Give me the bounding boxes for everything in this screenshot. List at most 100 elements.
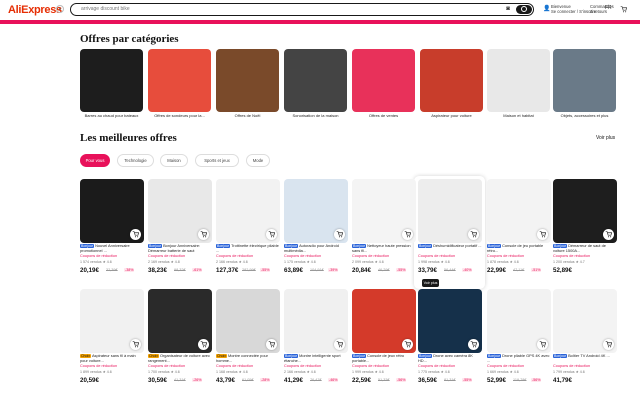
product-image[interactable] [487,179,551,243]
product-card[interactable]: Choix Montre connectée pour homme... Coupo… [216,289,280,389]
product-image[interactable] [80,179,144,243]
product-image[interactable] [284,289,348,353]
product-title[interactable]: Choix Aspirateur sans fil à main pour voi… [80,354,144,364]
product-card[interactable]: Bonjour Nettoyeur haute pression sans fil… [352,179,416,279]
category-tile[interactable]: Maison et habitat [487,49,550,118]
product-image[interactable] [418,179,482,243]
search-bar[interactable]: arrivage discount bike ◙ [70,3,534,16]
product-card[interactable]: Bonjour Drone pliable GPS 4K avec ... Coup… [487,289,551,389]
product-card[interactable]: Bonjour Nouvel Anniversaire promotionnel … [80,179,144,279]
product-card[interactable]: Bonjour Trottinette électrique pliable ..… [216,179,280,279]
tab-maison[interactable]: Maison [160,154,188,167]
product-title[interactable]: Bonjour Drone pliable GPS 4K avec ... [487,354,551,364]
cart-icon[interactable] [620,6,628,14]
language-selector[interactable]: FR [605,6,612,11]
category-label: Sonorisation de la maison [292,113,339,118]
product-title[interactable]: Bonjour Trottinette électrique pliable ..… [216,244,280,254]
product-image[interactable] [553,289,617,353]
product-image[interactable] [553,179,617,243]
category-tile[interactable]: Sonorisation de la maison [284,49,347,118]
category-tile[interactable]: Objets, accessoires et plus [553,49,616,118]
product-title[interactable]: Bonjour Autoradio pour Android multimédia… [284,244,348,254]
product-image[interactable] [148,289,212,353]
search-button[interactable] [516,5,532,14]
product-title[interactable]: Bonjour Déshumidificateur portatif ... [418,244,482,254]
category-image[interactable] [553,49,616,112]
add-to-cart-button[interactable] [402,339,413,350]
product-title[interactable]: Bonjour Boîtier TV Android 4K ... [553,354,617,364]
product-card[interactable]: Bonjour Console de jeux rétro portable...… [352,289,416,389]
product-image[interactable] [352,289,416,353]
add-to-cart-button[interactable] [266,229,277,240]
product-title[interactable]: Bonjour Nouvel Anniversaire promotionnel … [80,244,144,254]
product-card[interactable]: Bonjour Console de jeu portable rétro... C… [487,179,551,279]
category-tile[interactable]: Offres de ventes [352,49,415,118]
add-to-cart-button[interactable] [468,229,479,240]
category-tile[interactable]: Aspirateur pour voiture [420,49,483,118]
product-card[interactable]: Bonjour Montre intelligente sport étanche… [284,289,348,389]
category-image[interactable] [352,49,415,112]
product-title[interactable]: Bonjour Nettoyeur haute pression sans fil… [352,244,416,254]
product-title[interactable]: Bonjour Drone avec caméra 8K HD... [418,354,482,364]
add-to-cart-button[interactable] [266,339,277,350]
discount-badge: -55% [396,268,407,272]
product-image[interactable] [80,289,144,353]
add-to-cart-button[interactable] [537,339,548,350]
add-to-cart-button[interactable] [198,339,209,350]
cart-icon [605,231,612,238]
product-price: 41,79€ [553,377,572,384]
tab-technologie[interactable]: Technologie [117,154,154,167]
product-image[interactable] [352,179,416,243]
tab-pour-vous[interactable]: Pour vous [80,154,110,167]
tab-mode[interactable]: Mode [246,154,270,167]
product-image[interactable] [284,179,348,243]
product-title[interactable]: Bonjour Démarreur de saut de voiture 1500… [553,244,617,254]
product-card[interactable]: Bonjour Boîtier TV Android 4K ... Coupons … [553,289,617,389]
product-image[interactable] [148,179,212,243]
product-title[interactable]: Bonjour Console de jeux rétro portable... [352,354,416,364]
product-image[interactable] [216,179,280,243]
user-icon[interactable]: 👤 [543,5,550,13]
product-card[interactable]: Bonjour Drone avec caméra 8K HD... Coupons… [418,289,482,389]
tab-sports-et-jeux[interactable]: Sports et jeux [195,154,239,167]
search-input[interactable]: arrivage discount bike [81,6,130,12]
category-tile[interactable]: Offres de sondeurs pour la... [148,49,211,118]
original-price: 104,91€ [310,268,324,272]
product-image[interactable] [216,289,280,353]
add-to-cart-button[interactable] [402,229,413,240]
add-to-cart-button[interactable] [537,229,548,240]
category-tile[interactable]: Barres au chaud pour bateaux [80,49,143,118]
category-image[interactable] [487,49,550,112]
product-title[interactable]: Choix Montre connectée pour homme... [216,354,280,364]
add-to-cart-button[interactable] [603,229,614,240]
camera-icon[interactable]: ◙ [504,6,512,13]
add-to-cart-button[interactable] [334,229,345,240]
add-to-cart-button[interactable] [468,339,479,350]
category-image[interactable] [80,49,143,112]
product-card[interactable]: Choix Organisateur de voiture avec rangem… [148,289,212,389]
product-card[interactable]: Bonjour Déshumidificateur portatif ... Cou… [418,179,482,279]
add-to-cart-button[interactable] [198,229,209,240]
add-to-cart-button[interactable] [130,339,141,350]
see-more-link[interactable]: Voir plus [596,135,615,141]
product-card[interactable]: Bonjour Autoradio pour Android multimédia… [284,179,348,279]
category-image[interactable] [148,49,211,112]
add-to-cart-button[interactable] [334,339,345,350]
category-image[interactable] [284,49,347,112]
product-title[interactable]: Choix Organisateur de voiture avec rangem… [148,354,212,364]
product-image[interactable] [487,289,551,353]
promo-banner-strip[interactable] [0,20,640,24]
category-tile[interactable]: Offres de Noël [216,49,279,118]
product-title[interactable]: Bonjour Montre intelligente sport étanche… [284,354,348,364]
product-card[interactable]: Bonjour Démarreur de saut de voiture 1500… [553,179,617,279]
product-card[interactable]: Choix Aspirateur sans fil à main pour voi… [80,289,144,389]
product-title[interactable]: Bonjour Bonjour Anniversaire: Démarreur b… [148,244,212,254]
product-image[interactable] [418,289,482,353]
category-image[interactable] [216,49,279,112]
add-to-cart-button[interactable] [603,339,614,350]
aliexpress-logo[interactable]: AliExpress [8,4,62,16]
category-image[interactable] [420,49,483,112]
product-title[interactable]: Bonjour Console de jeu portable rétro... [487,244,551,254]
add-to-cart-button[interactable] [130,229,141,240]
product-card[interactable]: Bonjour Bonjour Anniversaire: Démarreur b… [148,179,212,279]
